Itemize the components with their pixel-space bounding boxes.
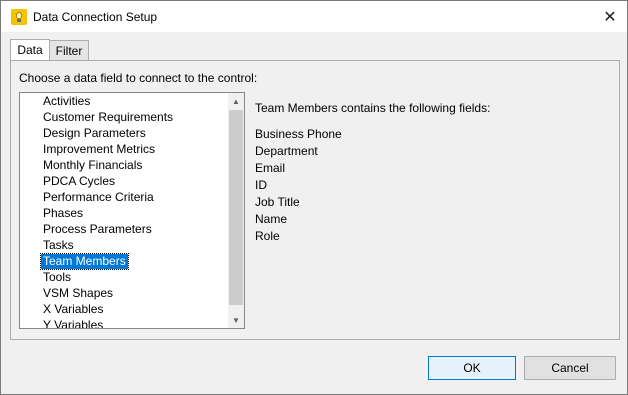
close-button[interactable]: ✕ xyxy=(593,1,627,32)
field-name: Name xyxy=(255,212,288,226)
dialog-window: Data Connection Setup ✕ Data Filter Choo… xyxy=(0,0,628,395)
scroll-thumb[interactable] xyxy=(229,110,243,305)
field-name: Job Title xyxy=(255,195,300,209)
list-item[interactable]: PDCA Cycles xyxy=(41,174,117,189)
data-field-listbox[interactable]: Activities Customer Requirements Design Pa… xyxy=(19,92,245,329)
list-item[interactable]: Phases xyxy=(41,206,85,221)
lightbulb-icon xyxy=(11,9,27,25)
vertical-scrollbar[interactable]: ▲ ▼ xyxy=(228,93,244,328)
field-prompt-label: Choose a data field to connect to the co… xyxy=(19,71,258,85)
list-item[interactable]: Activities xyxy=(41,94,92,109)
close-icon: ✕ xyxy=(603,8,617,26)
window-title: Data Connection Setup xyxy=(33,10,158,24)
list-item[interactable]: Design Parameters xyxy=(41,126,148,141)
list-item[interactable]: Monthly Financials xyxy=(41,158,144,173)
fields-heading: Team Members contains the following fiel… xyxy=(255,101,491,115)
tab-data[interactable]: Data xyxy=(10,39,50,60)
tab-filter[interactable]: Filter xyxy=(49,40,89,60)
ok-button[interactable]: OK xyxy=(428,356,516,380)
list-item[interactable]: Improvement Metrics xyxy=(41,142,157,157)
field-name: Department xyxy=(255,144,318,158)
title-bar: Data Connection Setup ✕ xyxy=(1,1,627,32)
field-name: Role xyxy=(255,229,280,243)
cancel-button[interactable]: Cancel xyxy=(524,356,616,380)
fields-list: Business Phone Department Email ID Job Title… xyxy=(255,126,342,245)
list-item[interactable]: Customer Requirements xyxy=(41,110,175,125)
list-item[interactable]: X Variables xyxy=(41,302,105,317)
list-item[interactable]: Y Variables xyxy=(41,318,105,328)
field-name: Business Phone xyxy=(255,127,342,141)
list-item[interactable]: VSM Shapes xyxy=(41,286,115,301)
list-item[interactable]: Performance Criteria xyxy=(41,190,156,205)
list-item[interactable]: Tools xyxy=(41,270,73,285)
data-tab-panel: Choose a data field to connect to the co… xyxy=(10,60,620,340)
field-name: ID xyxy=(255,178,267,192)
field-name: Email xyxy=(255,161,286,175)
list-item[interactable]: Process Parameters xyxy=(41,222,154,237)
list-item[interactable]: Tasks xyxy=(41,238,76,253)
scroll-up-arrow-icon[interactable]: ▲ xyxy=(228,93,244,109)
scroll-down-arrow-icon[interactable]: ▼ xyxy=(228,312,244,328)
list-item[interactable]: Team Members xyxy=(40,253,129,270)
